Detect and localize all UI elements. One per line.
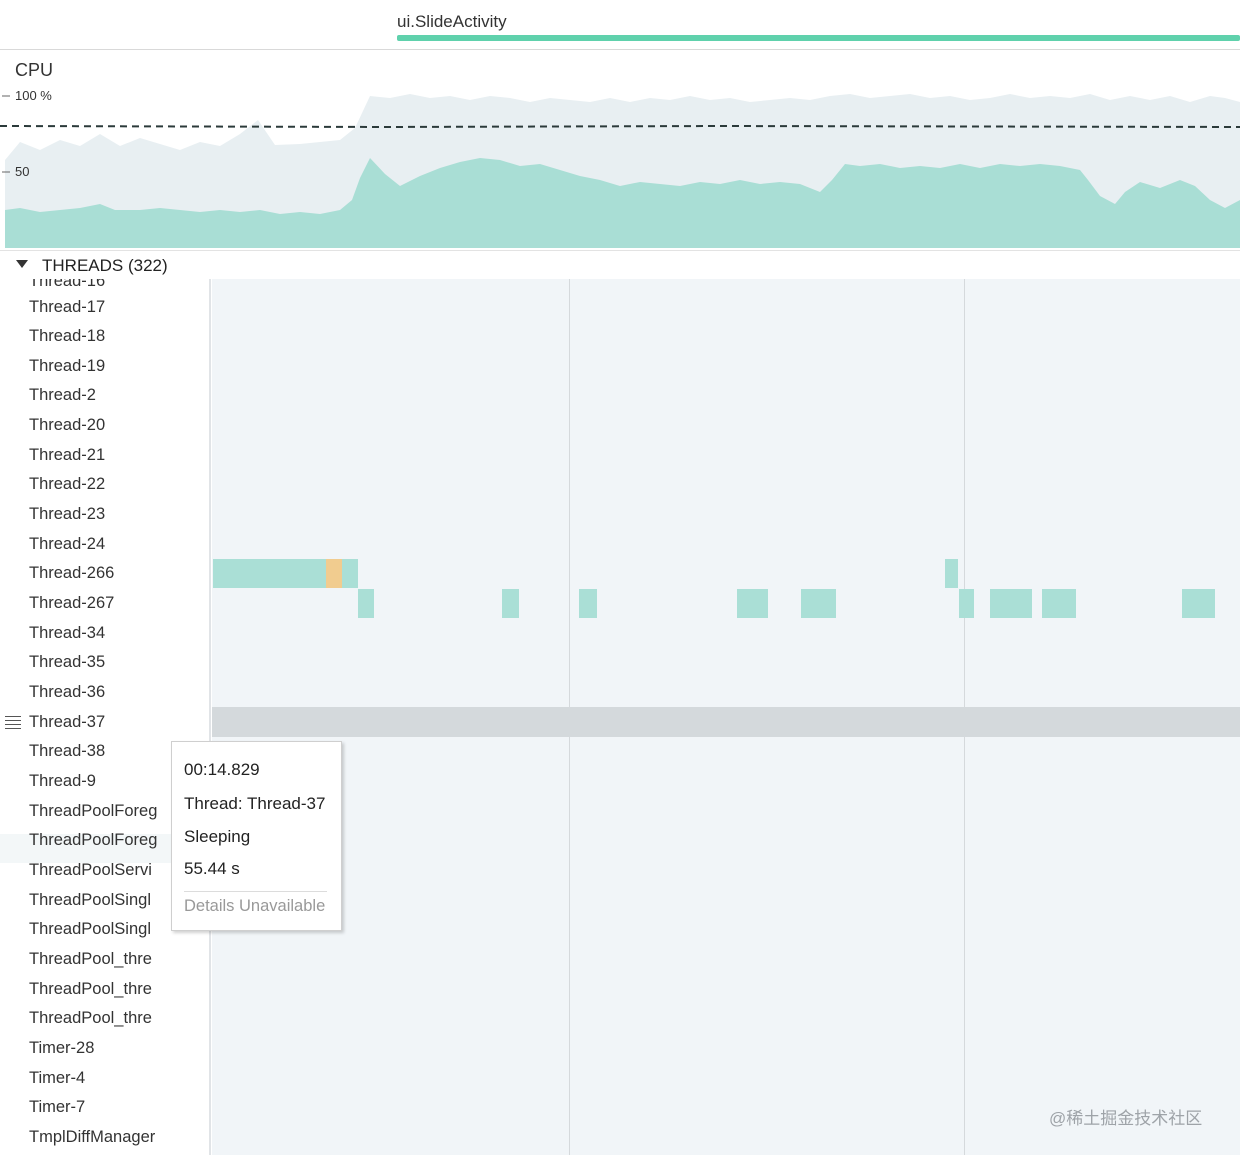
thread-name-item[interactable]: Thread-17 bbox=[29, 293, 174, 322]
thread-state-running[interactable] bbox=[502, 589, 519, 618]
thread-name-item[interactable]: TmplDiffManager bbox=[29, 1123, 174, 1152]
thread-timeline[interactable] bbox=[212, 278, 1240, 1155]
thread-name-item[interactable]: ThreadPoolSingl bbox=[29, 886, 174, 915]
thread-name-item[interactable]: Thread-18 bbox=[29, 322, 174, 351]
watermark: @稀土掘金技术社区 bbox=[1049, 1109, 1203, 1128]
thread-state-tooltip: 00:14.829 Thread: Thread-37 Sleeping 55.… bbox=[171, 741, 342, 931]
thread-name-item[interactable]: Thread-23 bbox=[29, 500, 174, 529]
thread-name-item[interactable]: Thread-38 bbox=[29, 737, 174, 766]
cpu-section[interactable]: CPU 100 % 50 bbox=[0, 50, 1240, 250]
thread-name-item[interactable]: ThreadPool_thre bbox=[29, 1004, 174, 1033]
tooltip-separator bbox=[184, 891, 327, 892]
thread-state-running[interactable] bbox=[358, 589, 374, 618]
tooltip-thread: Thread: Thread-37 bbox=[184, 794, 326, 813]
thread-name-item-selected[interactable]: Thread-37 bbox=[29, 708, 174, 737]
thread-name-item[interactable]: Thread-21 bbox=[29, 441, 174, 470]
thread-list[interactable]: Thread-16 Thread-17 Thread-18 Thread-19 … bbox=[0, 267, 176, 1155]
thread-name-item[interactable]: Timer-7 bbox=[29, 1093, 174, 1122]
threads-header[interactable]: THREADS (322) bbox=[0, 250, 1240, 279]
activity-timeline-bar[interactable] bbox=[397, 35, 1240, 41]
thread-state-running[interactable] bbox=[801, 589, 836, 618]
tooltip-state: Sleeping bbox=[184, 827, 251, 846]
tooltip-duration: 55.44 s bbox=[184, 859, 240, 878]
thread-name-item[interactable]: Thread-34 bbox=[29, 619, 174, 648]
thread-name-item[interactable]: Thread-9 bbox=[29, 767, 174, 796]
thread-state-running[interactable] bbox=[1182, 589, 1215, 618]
thread-name-item[interactable]: Thread-22 bbox=[29, 470, 174, 499]
thread-name-item[interactable]: ThreadPoolSingl bbox=[29, 915, 174, 944]
thread-state-running[interactable] bbox=[579, 589, 597, 618]
cpu-axis-label-50: 50 bbox=[15, 164, 30, 179]
thread-name-item[interactable]: Timer-28 bbox=[29, 1034, 174, 1063]
cpu-usage-chart[interactable] bbox=[0, 50, 1240, 250]
thread-name-item[interactable]: ThreadPool_thre bbox=[29, 975, 174, 1004]
selected-thread-row[interactable] bbox=[212, 707, 1240, 737]
thread-name-item[interactable]: Thread-35 bbox=[29, 648, 174, 677]
thread-state-running[interactable] bbox=[945, 559, 958, 588]
cpu-axis-label-100: 100 % bbox=[15, 88, 52, 103]
thread-name-item[interactable]: Timer-4 bbox=[29, 1064, 174, 1093]
thread-state-running[interactable] bbox=[1042, 589, 1076, 618]
thread-name-item[interactable]: ThreadPoolForeg bbox=[29, 826, 174, 855]
thread-name-item[interactable]: Thread-2 bbox=[29, 381, 174, 410]
threads-title: THREADS (322) bbox=[42, 256, 168, 275]
thread-name-item[interactable]: ThreadPoolForeg bbox=[29, 797, 174, 826]
thread-name-item[interactable]: Thread-266 bbox=[29, 559, 174, 588]
thread-list-divider[interactable] bbox=[176, 278, 211, 1155]
activity-label[interactable]: ui.SlideActivity bbox=[397, 12, 507, 32]
thread-name-item[interactable]: Thread-19 bbox=[29, 352, 174, 381]
thread-name-item[interactable]: Thread-36 bbox=[29, 678, 174, 707]
collapse-caret-icon[interactable] bbox=[16, 260, 28, 268]
thread-name-item[interactable]: Thread-267 bbox=[29, 589, 174, 618]
cpu-title: CPU bbox=[15, 60, 54, 80]
thread-state-waiting[interactable] bbox=[326, 559, 342, 588]
thread-state-running[interactable] bbox=[342, 559, 358, 588]
thread-name-item[interactable]: ThreadPool_thre bbox=[29, 945, 174, 974]
drag-handle-icon[interactable] bbox=[5, 716, 21, 729]
tooltip-details: Details Unavailable bbox=[184, 897, 326, 915]
thread-state-running[interactable] bbox=[990, 589, 1032, 618]
activity-bar: ui.SlideActivity bbox=[0, 0, 1240, 50]
tooltip-time: 00:14.829 bbox=[184, 760, 260, 779]
thread-state-running[interactable] bbox=[737, 589, 768, 618]
thread-state-running[interactable] bbox=[959, 589, 974, 618]
thread-name-item[interactable]: ThreadPoolServi bbox=[29, 856, 174, 885]
thread-state-running[interactable] bbox=[213, 559, 326, 588]
thread-name-item[interactable]: Thread-20 bbox=[29, 411, 174, 440]
thread-name-item[interactable]: Thread-24 bbox=[29, 530, 174, 559]
